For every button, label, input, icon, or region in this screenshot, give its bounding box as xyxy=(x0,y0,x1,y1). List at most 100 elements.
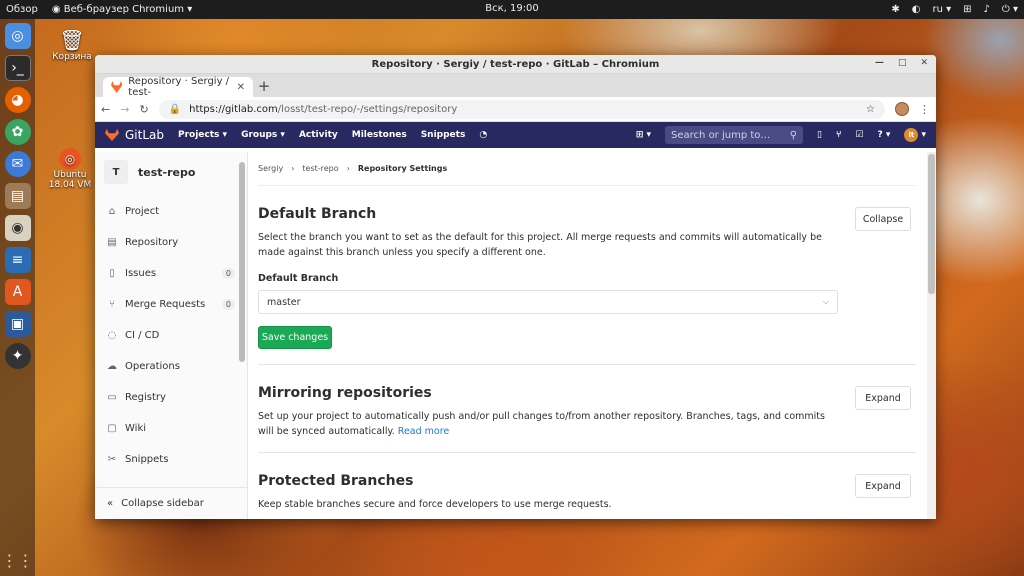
tab-close-icon[interactable]: ✕ xyxy=(237,82,245,93)
collapse-button[interactable]: Collapse xyxy=(855,207,911,231)
sidebar-scrollbar[interactable] xyxy=(239,162,245,362)
ubuntu-desktop-icon[interactable]: ◎ Ubuntu 18.04 VM xyxy=(42,148,98,190)
scissors-icon: ✂ xyxy=(107,454,117,465)
section-title: Protected Branches xyxy=(258,473,414,489)
nav-activity[interactable]: Activity xyxy=(299,130,338,140)
sidebar-project-header[interactable]: T test-repo xyxy=(95,152,247,192)
bookmark-star-icon[interactable]: ☆ xyxy=(866,104,875,115)
trash-desktop-icon[interactable]: 🗑 Корзина xyxy=(46,28,98,62)
terminal-launcher-icon[interactable]: ›_ xyxy=(4,55,31,81)
browser-tab[interactable]: Repository · Sergiy / test- ✕ xyxy=(103,76,253,98)
issues-count-badge: 0 xyxy=(221,268,235,279)
section-description: Keep stable branches secure and force de… xyxy=(258,499,612,510)
sidebar-item-project[interactable]: ⌂ Project xyxy=(95,196,247,227)
sidebar-item-issues[interactable]: ▯ Issues 0 xyxy=(95,258,247,289)
trash-icon: 🗑 xyxy=(59,28,85,52)
read-more-link[interactable]: Read more xyxy=(398,426,450,437)
sidebar-item-registry[interactable]: ▭ Registry xyxy=(95,382,247,413)
clock[interactable]: Вск, 19:00 xyxy=(485,3,539,14)
todos-icon[interactable]: ☑ xyxy=(855,130,863,140)
software-launcher-icon[interactable]: A xyxy=(4,279,31,305)
app-menu-label: Веб-браузер Chromium xyxy=(63,4,185,15)
breadcrumb: Sergiy › test-repo › Repository Settings xyxy=(258,152,916,186)
chromium-launcher-icon[interactable]: ◎ xyxy=(4,23,31,49)
sidebar-item-label: Merge Requests xyxy=(125,299,206,310)
new-tab-button[interactable]: + xyxy=(253,77,275,95)
url-field[interactable]: 🔒 https://gitlab.com/losst/test-repo/-/s… xyxy=(158,99,885,119)
virtualbox-launcher-icon[interactable]: ▣ xyxy=(4,311,31,337)
back-icon[interactable]: ← xyxy=(101,103,110,116)
breadcrumb-user[interactable]: Sergiy xyxy=(258,164,283,173)
page-scrollbar[interactable] xyxy=(927,152,936,519)
project-name: test-repo xyxy=(138,165,196,179)
save-changes-button[interactable]: Save changes xyxy=(258,326,332,349)
steam-icon[interactable]: ◐ xyxy=(912,4,921,15)
expand-mirroring-button[interactable]: Expand xyxy=(855,386,911,410)
home-icon: ⌂ xyxy=(108,206,116,217)
minimize-icon[interactable]: — xyxy=(875,58,884,68)
sidebar-item-label: Registry xyxy=(125,392,166,403)
sidebar-nav: ⌂ Project ▤ Repository ▯ Issues 0 ⑂ Merge Req… xyxy=(95,196,247,475)
default-branch-select[interactable]: master ⌵ xyxy=(258,290,838,314)
thunderbird-launcher-icon[interactable]: ✉ xyxy=(4,151,31,177)
rhythmbox-launcher-icon[interactable]: ◉ xyxy=(4,215,31,241)
chevron-right-icon: › xyxy=(291,164,295,173)
maximize-icon[interactable]: □ xyxy=(898,58,907,68)
nav-projects[interactable]: Projects ▾ xyxy=(178,130,227,140)
files-launcher-icon[interactable]: ▤ xyxy=(4,183,31,209)
sidebar-item-ci-cd[interactable]: ◌ CI / CD xyxy=(95,320,247,351)
performance-bar-icon[interactable]: ◔ xyxy=(479,130,487,140)
doc-icon: ▤ xyxy=(107,237,117,248)
issues-icon: ▯ xyxy=(109,268,115,279)
dock: ◎ ›_ ◕ ✿ ✉ ▤ ◉ ≡ A ▣ ✦ ⋮⋮ xyxy=(0,19,35,576)
power-icon[interactable]: ⏻ ▾ xyxy=(1002,4,1018,15)
scrollbar-thumb[interactable] xyxy=(928,154,935,294)
breadcrumb-repo[interactable]: test-repo xyxy=(302,164,338,173)
window-titlebar[interactable]: Repository · Sergiy / test-repo · GitLab… xyxy=(95,55,936,74)
forward-icon[interactable]: → xyxy=(120,103,129,116)
book-icon: ▢ xyxy=(107,423,117,434)
collapse-sidebar-button[interactable]: « Collapse sidebar xyxy=(95,487,247,519)
box-icon: ▭ xyxy=(107,392,117,403)
user-menu[interactable]: lt ▾ xyxy=(904,128,926,142)
volume-icon[interactable]: ♪ xyxy=(984,4,990,15)
chrome-menu-icon[interactable]: ⋮ xyxy=(919,103,930,116)
page-content: T test-repo ⌂ Project ▤ Repository ▯ Issues… xyxy=(95,152,936,519)
project-avatar: T xyxy=(104,160,128,184)
settings-launcher-icon[interactable]: ✿ xyxy=(4,119,31,145)
gitlab-navbar: GitLab Projects ▾ Groups ▾ Activity Mile… xyxy=(95,122,936,148)
activities-button[interactable]: Обзор xyxy=(6,4,38,15)
merge-requests-icon[interactable]: ⑂ xyxy=(836,130,841,140)
close-icon[interactable]: ✕ xyxy=(920,58,928,68)
new-item-icon[interactable]: ⊞ ▾ xyxy=(636,130,651,140)
language-indicator[interactable]: ru ▾ xyxy=(932,4,951,15)
accessibility-icon[interactable]: ✱ xyxy=(891,4,899,15)
nav-groups[interactable]: Groups ▾ xyxy=(241,130,285,140)
mirroring-section: Mirroring repositories Set up your proje… xyxy=(258,365,916,453)
project-sidebar: T test-repo ⌂ Project ▤ Repository ▯ Issues… xyxy=(95,152,248,519)
gitlab-tanuki-icon xyxy=(105,129,119,141)
gitlab-search-input[interactable]: Search or jump to… ⚲ xyxy=(665,126,804,144)
sidebar-item-merge-requests[interactable]: ⑂ Merge Requests 0 xyxy=(95,289,247,320)
network-icon[interactable]: ⊞ xyxy=(963,4,971,15)
app-menu[interactable]: ◉ Веб-браузер Chromium ▾ xyxy=(52,4,192,15)
gitlab-logo[interactable]: GitLab xyxy=(105,128,164,142)
reload-icon[interactable]: ↻ xyxy=(139,103,148,116)
firefox-launcher-icon[interactable]: ◕ xyxy=(4,87,31,113)
sidebar-item-snippets[interactable]: ✂ Snippets xyxy=(95,444,247,475)
sidebar-toggle-icon[interactable]: ▯ xyxy=(817,130,822,140)
profile-avatar[interactable] xyxy=(895,102,909,116)
help-icon[interactable]: ? ▾ xyxy=(877,130,890,140)
sidebar-item-repository[interactable]: ▤ Repository xyxy=(95,227,247,258)
url-host: https://gitlab.com xyxy=(189,103,278,115)
expand-protected-button[interactable]: Expand xyxy=(855,474,911,498)
nav-snippets[interactable]: Snippets xyxy=(421,130,466,140)
inkscape-launcher-icon[interactable]: ✦ xyxy=(4,343,31,369)
sidebar-item-wiki[interactable]: ▢ Wiki xyxy=(95,413,247,444)
ubuntu-label: Ubuntu 18.04 VM xyxy=(48,170,92,190)
rocket-icon: ◌ xyxy=(107,330,117,341)
app-grid-icon[interactable]: ⋮⋮ xyxy=(2,551,34,570)
writer-launcher-icon[interactable]: ≡ xyxy=(4,247,31,273)
sidebar-item-operations[interactable]: ☁ Operations xyxy=(95,351,247,382)
nav-milestones[interactable]: Milestones xyxy=(352,130,407,140)
